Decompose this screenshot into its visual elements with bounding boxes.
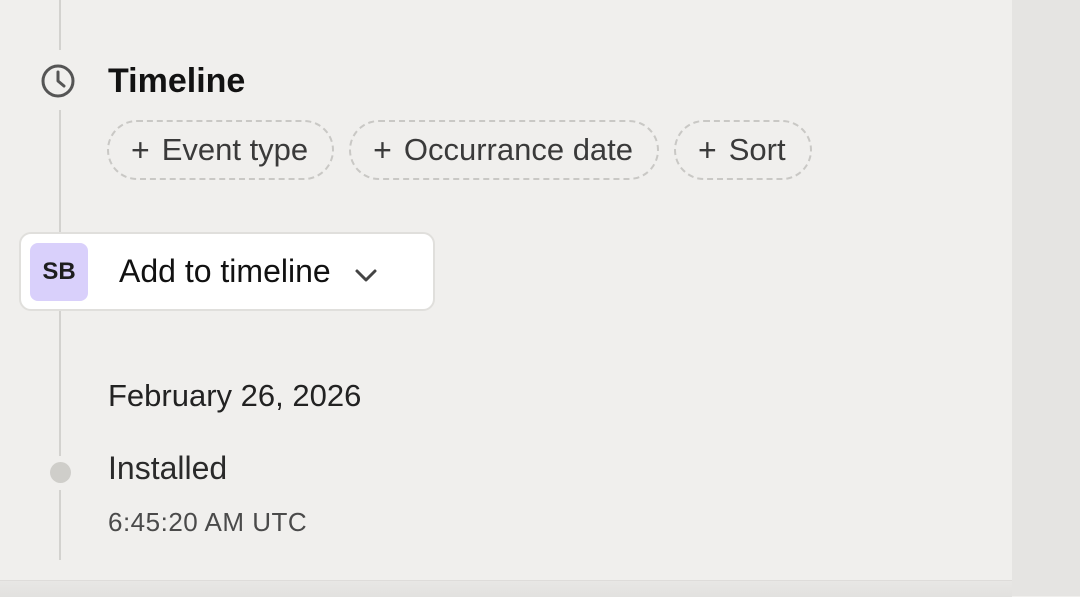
timeline-panel: Timeline + Event type + Occurrance date … xyxy=(0,0,1012,580)
section-title: Timeline xyxy=(108,62,246,100)
side-panel-edge xyxy=(1012,0,1080,596)
timeline-line-bottom xyxy=(59,490,61,560)
timeline-line-mid xyxy=(59,110,61,234)
event-title[interactable]: Installed xyxy=(108,450,227,487)
plus-icon: + xyxy=(373,132,392,168)
clock-icon xyxy=(41,64,75,98)
bottom-edge xyxy=(0,580,1012,597)
plus-icon: + xyxy=(698,132,717,168)
add-event-type-filter-button[interactable]: + Event type xyxy=(107,120,335,180)
timeline-line-lower xyxy=(59,311,61,456)
filter-chip-label: Sort xyxy=(728,132,786,167)
add-to-timeline-button[interactable]: SB Add to timeline xyxy=(19,232,435,311)
event-timestamp: 6:45:20 AM UTC xyxy=(108,507,308,537)
timeline-line-top xyxy=(59,0,61,50)
filter-chip-label: Occurrance date xyxy=(403,132,634,167)
avatar: SB xyxy=(30,242,88,301)
add-occurrance-date-filter-button[interactable]: + Occurrance date xyxy=(349,120,660,180)
filter-chips: + Event type + Occurrance date + Sort xyxy=(107,120,812,180)
event-dot-icon xyxy=(50,462,71,483)
date-group-heading: February 26, 2026 xyxy=(108,378,362,413)
add-sort-button[interactable]: + Sort xyxy=(674,120,812,180)
add-to-timeline-label: Add to timeline xyxy=(119,253,331,289)
filter-chip-label: Event type xyxy=(161,132,309,167)
chevron-down-icon[interactable] xyxy=(353,262,379,288)
plus-icon: + xyxy=(131,132,150,168)
